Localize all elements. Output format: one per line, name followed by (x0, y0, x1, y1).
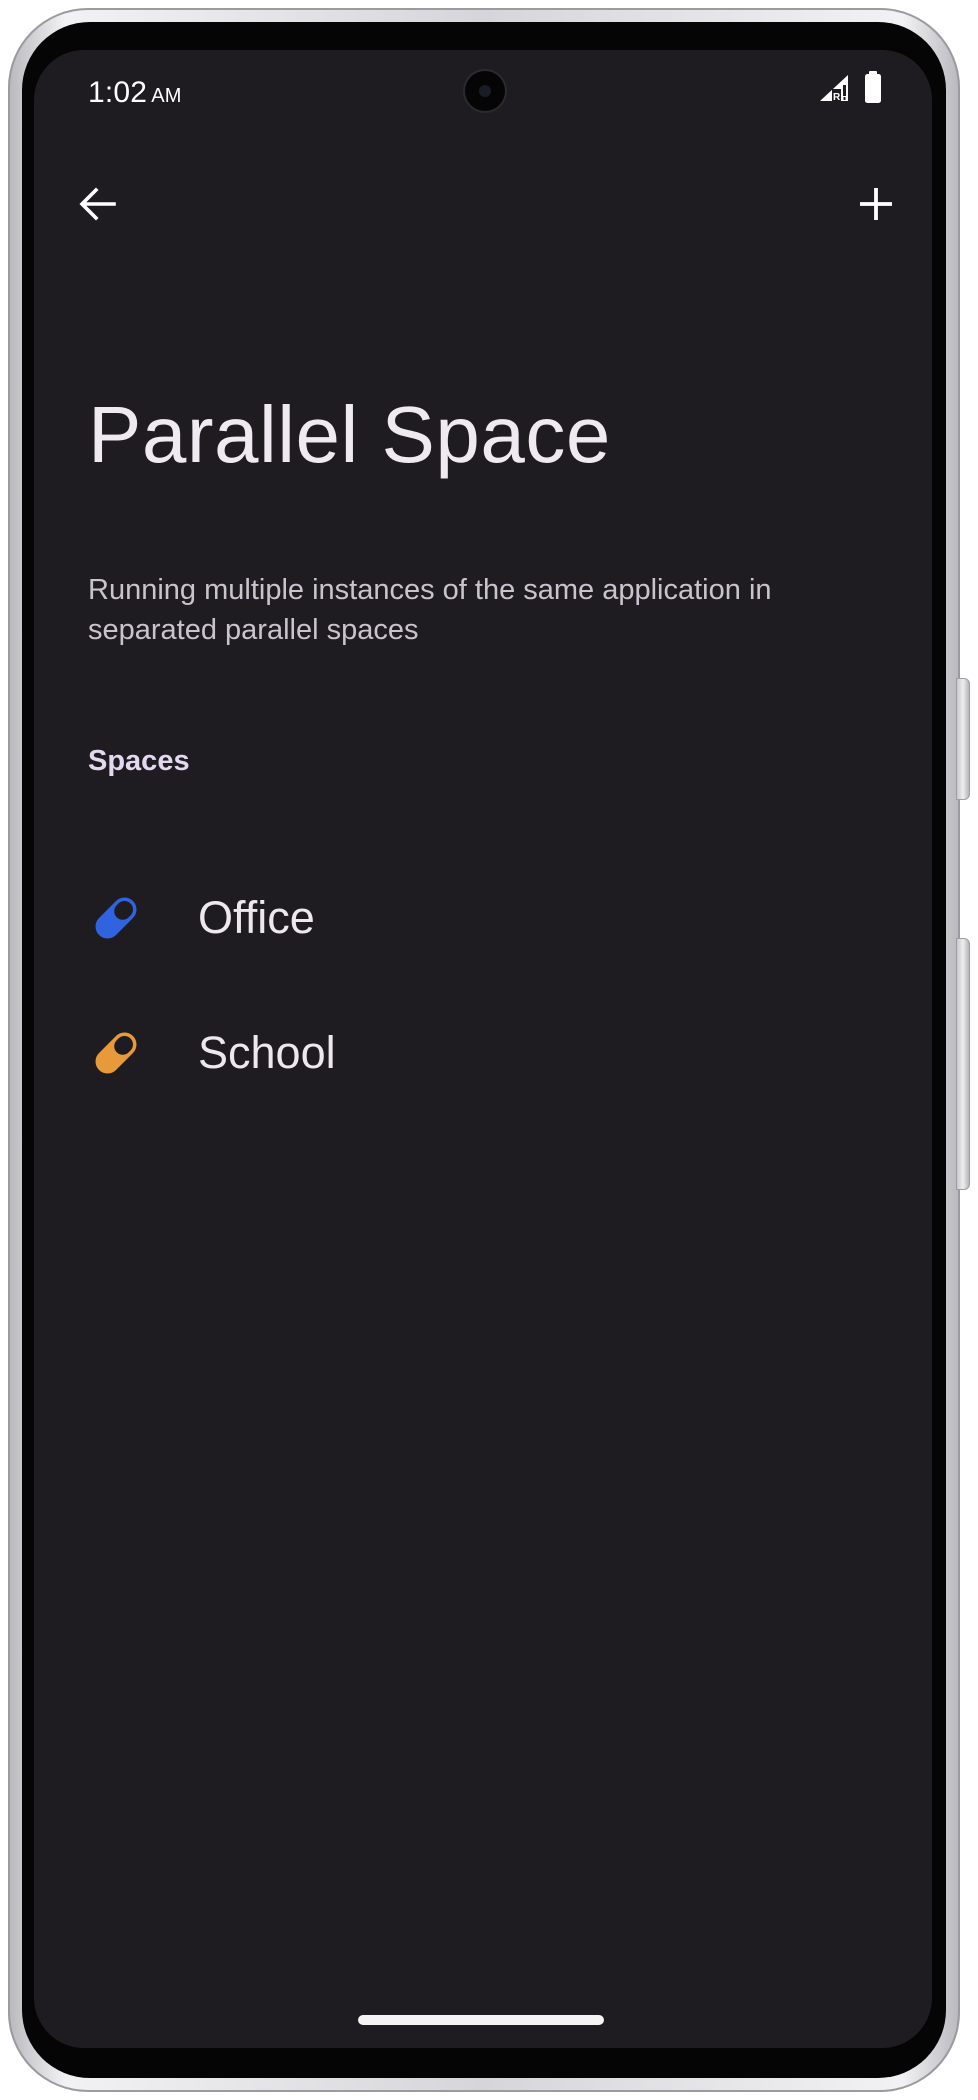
battery-icon (864, 71, 882, 108)
arrow-left-icon (79, 187, 116, 221)
svg-text:R: R (833, 92, 841, 103)
power-button (956, 678, 970, 800)
top-app-bar (34, 160, 932, 250)
plus-icon (860, 188, 892, 220)
add-space-button[interactable] (844, 172, 908, 236)
pill-icon (88, 890, 144, 946)
home-indicator[interactable] (358, 2015, 604, 2025)
back-button[interactable] (66, 172, 130, 236)
pill-icon (88, 1025, 144, 1081)
volume-buttons (956, 938, 970, 1190)
clock-time: 1:02 (88, 76, 148, 109)
front-camera (465, 71, 505, 111)
space-label: School (198, 1027, 336, 1078)
signal-roaming-icon: R (818, 73, 852, 108)
space-label: Office (198, 892, 315, 943)
space-item-school[interactable]: School (34, 985, 932, 1120)
status-icons: R (818, 71, 882, 108)
page-title: Parallel Space (88, 390, 611, 479)
status-time: 1:02 AM (88, 76, 182, 110)
page-description: Running multiple instances of the same a… (88, 574, 772, 646)
status-bar: 1:02 AM R (34, 50, 932, 140)
clock-ampm: AM (151, 85, 182, 107)
spaces-list: Office School (34, 850, 932, 1120)
section-header-spaces: Spaces (88, 745, 190, 777)
space-item-office[interactable]: Office (34, 850, 932, 985)
screen: 1:02 AM R Parallel Space Running multipl… (34, 50, 932, 2048)
